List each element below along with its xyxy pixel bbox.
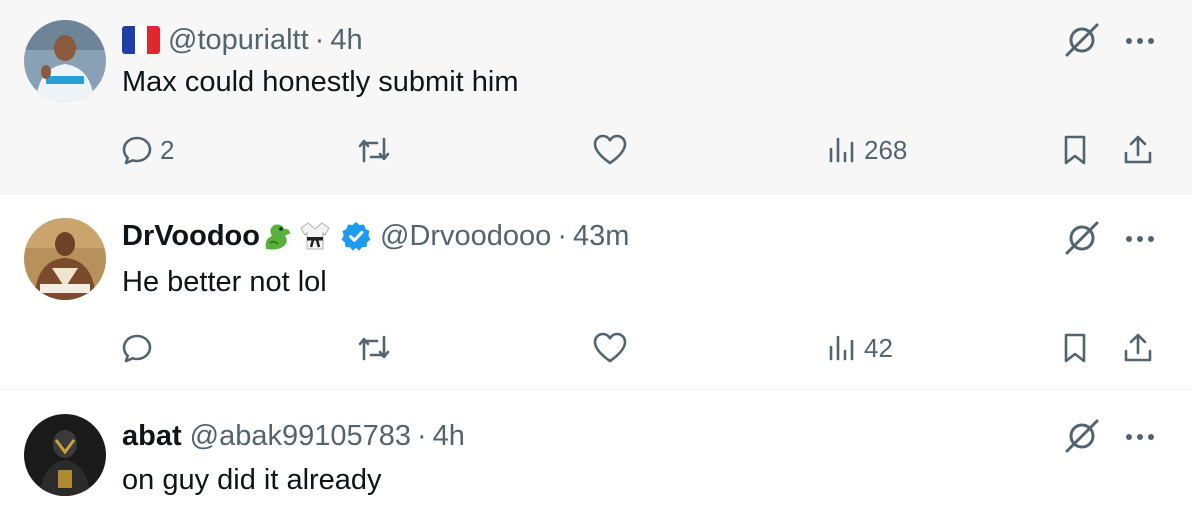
user-handle[interactable]: @topurialtt	[168, 24, 309, 57]
retweet-icon	[358, 335, 390, 361]
retweet-button[interactable]	[356, 326, 392, 370]
post-time[interactable]: 4h	[433, 420, 465, 453]
views-icon	[829, 335, 854, 361]
view-count: 42	[864, 332, 893, 363]
flag-france-icon	[122, 26, 160, 54]
views-icon	[829, 137, 854, 163]
post-text: He better not lol	[122, 266, 327, 298]
reply-icon	[122, 136, 152, 165]
action-bar: 2 268	[0, 128, 1192, 172]
like-button[interactable]	[592, 326, 628, 370]
more-icon[interactable]	[1120, 422, 1160, 452]
reply-post[interactable]: @topurialtt · 4h Max could honestly subm…	[0, 0, 1192, 194]
view-count: 268	[864, 134, 908, 165]
grok-icon[interactable]	[1062, 416, 1102, 456]
share-icon	[1124, 135, 1152, 164]
share-button[interactable]	[1120, 326, 1156, 370]
reply-post[interactable]: abat @abak99105783 · 4h on guy did it al…	[0, 390, 1192, 524]
share-icon	[1124, 333, 1152, 362]
post-header: DrVoodoo @Drvoodooo · 43m	[122, 216, 629, 256]
display-name[interactable]: DrVoodoo	[122, 220, 260, 253]
avatar[interactable]	[24, 414, 106, 496]
post-header: @topurialtt · 4h	[122, 20, 363, 60]
retweet-button[interactable]	[356, 128, 392, 172]
bookmark-icon	[1064, 135, 1086, 165]
reply-button[interactable]	[120, 326, 160, 370]
verified-badge-icon[interactable]	[340, 220, 372, 252]
views-button[interactable]: 268	[826, 128, 907, 172]
reply-count: 2	[160, 134, 175, 165]
like-icon	[593, 332, 627, 363]
user-handle[interactable]: @Drvoodooo	[380, 220, 551, 253]
post-text: Max could honestly submit him	[122, 66, 519, 98]
separator-dot: ·	[417, 419, 427, 452]
post-text: on guy did it already	[122, 464, 382, 496]
more-icon[interactable]	[1120, 26, 1160, 56]
like-icon	[593, 134, 627, 165]
avatar[interactable]	[24, 20, 106, 102]
post-header: abat @abak99105783 · 4h	[122, 416, 465, 456]
action-bar: 42	[0, 326, 1192, 370]
post-time[interactable]: 43m	[573, 220, 629, 253]
reply-button[interactable]: 2	[120, 128, 174, 172]
more-icon[interactable]	[1120, 224, 1160, 254]
post-time[interactable]: 4h	[330, 24, 362, 57]
bookmark-button[interactable]	[1058, 128, 1092, 172]
bookmark-icon	[1064, 333, 1086, 363]
display-name[interactable]: abat	[122, 420, 182, 453]
retweet-icon	[358, 137, 390, 163]
bookmark-button[interactable]	[1058, 326, 1092, 370]
reply-icon	[122, 334, 152, 363]
share-button[interactable]	[1120, 128, 1156, 172]
separator-dot: ·	[557, 219, 567, 252]
martial-arts-uniform-emoji-icon	[300, 222, 330, 250]
separator-dot: ·	[314, 23, 325, 56]
views-button[interactable]: 42	[826, 326, 893, 370]
user-handle[interactable]: @abak99105783	[190, 420, 411, 453]
like-button[interactable]	[592, 128, 628, 172]
avatar[interactable]	[24, 218, 106, 300]
grok-icon[interactable]	[1062, 20, 1102, 60]
reply-post[interactable]: DrVoodoo @Drvoodooo · 43m He better not …	[0, 194, 1192, 390]
grok-icon[interactable]	[1062, 218, 1102, 258]
dragon-emoji-icon	[265, 224, 290, 250]
